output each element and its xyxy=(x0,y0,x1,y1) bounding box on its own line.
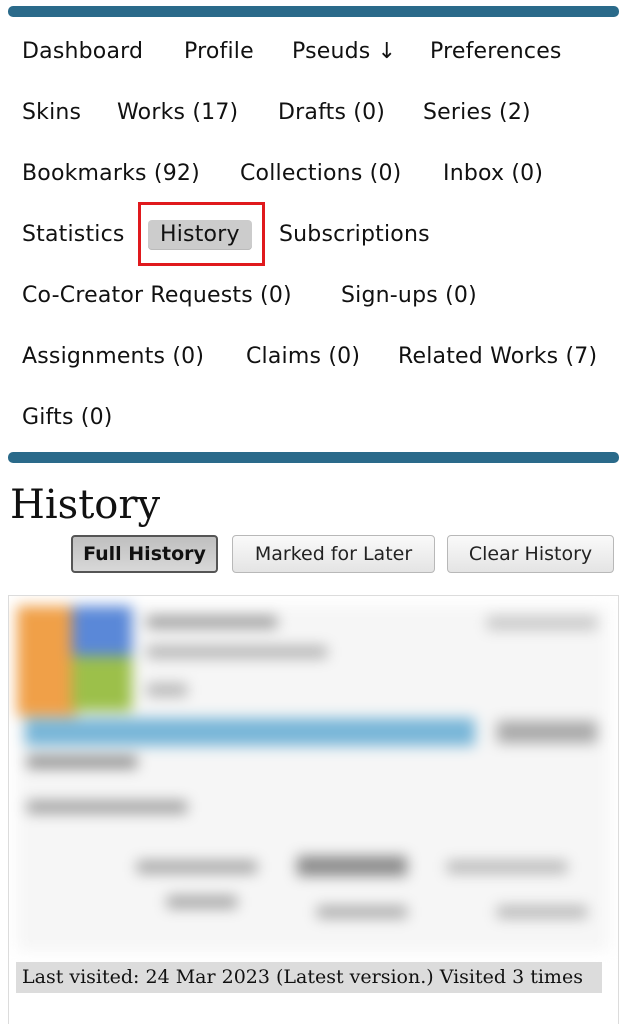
blurred-work-preview xyxy=(17,606,609,951)
nav-row: Statistics History Subscriptions xyxy=(0,205,622,266)
nav-drafts[interactable]: Drafts (0) xyxy=(278,98,385,128)
bottom-divider-bar xyxy=(8,452,619,463)
nav-row: Dashboard Profile Pseuds ↓ Preferences xyxy=(0,22,622,83)
last-visited-info: Last visited: 24 Mar 2023 (Latest versio… xyxy=(16,962,602,993)
nav-collections[interactable]: Collections (0) xyxy=(240,159,401,189)
nav-row: Co-Creator Requests (0) Sign-ups (0) xyxy=(0,266,622,327)
dashboard-nav: Dashboard Profile Pseuds ↓ Preferences S… xyxy=(0,22,622,449)
nav-co-creator-requests[interactable]: Co-Creator Requests (0) xyxy=(22,281,292,311)
nav-pseuds[interactable]: Pseuds ↓ xyxy=(292,37,396,67)
nav-works[interactable]: Works (17) xyxy=(117,98,238,128)
nav-inbox[interactable]: Inbox (0) xyxy=(443,159,543,189)
nav-preferences[interactable]: Preferences xyxy=(430,37,562,67)
nav-assignments[interactable]: Assignments (0) xyxy=(22,342,204,372)
nav-profile[interactable]: Profile xyxy=(184,37,254,67)
top-divider-bar xyxy=(8,6,619,17)
nav-dashboard[interactable]: Dashboard xyxy=(22,37,143,67)
nav-skins[interactable]: Skins xyxy=(22,98,81,128)
nav-gifts[interactable]: Gifts (0) xyxy=(22,403,113,433)
nav-row: Bookmarks (92) Collections (0) Inbox (0) xyxy=(0,144,622,205)
full-history-button[interactable]: Full History xyxy=(71,535,218,573)
nav-series[interactable]: Series (2) xyxy=(423,98,531,128)
nav-statistics[interactable]: Statistics xyxy=(22,220,125,250)
marked-for-later-button[interactable]: Marked for Later xyxy=(232,535,435,573)
nav-row: Assignments (0) Claims (0) Related Works… xyxy=(0,327,622,388)
nav-history[interactable]: History xyxy=(148,220,252,250)
work-blurb xyxy=(8,595,619,1024)
nav-sign-ups[interactable]: Sign-ups (0) xyxy=(341,281,477,311)
nav-claims[interactable]: Claims (0) xyxy=(246,342,360,372)
clear-history-button[interactable]: Clear History xyxy=(447,535,614,573)
nav-bookmarks[interactable]: Bookmarks (92) xyxy=(22,159,200,189)
nav-row: Skins Works (17) Drafts (0) Series (2) xyxy=(0,83,622,144)
nav-related-works[interactable]: Related Works (7) xyxy=(398,342,597,372)
page-title: History xyxy=(10,482,161,528)
nav-row: Gifts (0) xyxy=(0,388,622,449)
nav-subscriptions[interactable]: Subscriptions xyxy=(279,220,430,250)
